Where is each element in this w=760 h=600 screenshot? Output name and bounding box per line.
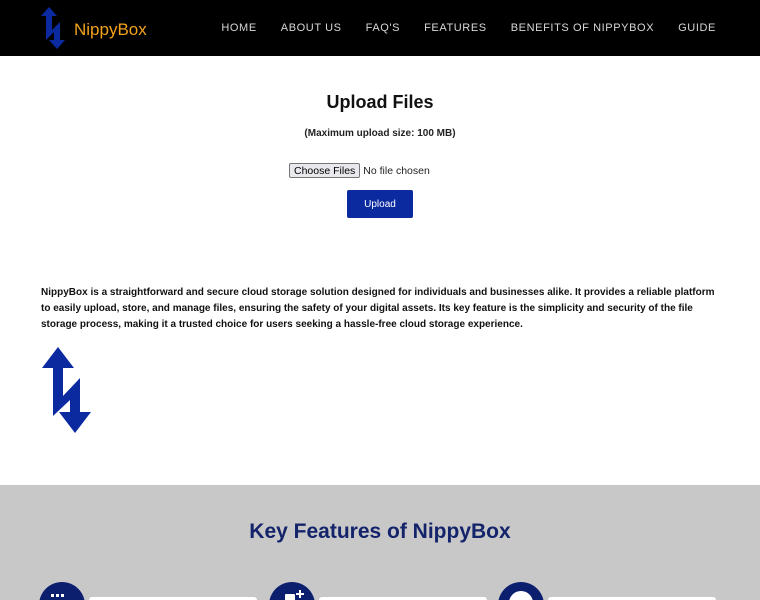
nav-features[interactable]: FEATURES — [424, 22, 487, 34]
nav-guide[interactable]: GUIDE — [678, 22, 716, 34]
feature-card-3-icon-circle — [498, 582, 544, 600]
nav-faqs[interactable]: FAQ'S — [366, 22, 400, 34]
nav-benefits[interactable]: BENEFITS OF NIPPYBOX — [511, 22, 654, 34]
file-input[interactable]: Choose Files No file chosen — [289, 163, 430, 178]
file-add-icon — [285, 590, 305, 600]
upload-size-note: (Maximum upload size: 100 MB) — [304, 128, 456, 139]
nippybox-logo-icon — [41, 7, 65, 50]
brand-name: NippyBox — [74, 19, 147, 39]
site-header: NippyBox HOME ABOUT US FAQ'S FEATURES BE… — [0, 0, 760, 56]
key-features-section: Key Features of NippyBox — [0, 485, 760, 600]
feature-card-1-icon-circle — [39, 582, 85, 600]
choose-files-button[interactable]: Choose Files — [289, 163, 361, 178]
calendar-icon — [51, 594, 73, 600]
upload-button[interactable]: Upload — [347, 190, 413, 218]
nav-home[interactable]: HOME — [221, 22, 256, 34]
file-status: No file chosen — [363, 164, 430, 177]
feature-card-2-icon-circle — [269, 582, 315, 600]
main-nav: HOME ABOUT US FAQ'S FEATURES BENEFITS OF… — [197, 0, 716, 56]
brand-logo[interactable]: NippyBox — [40, 6, 147, 50]
features-title: Key Features of NippyBox — [249, 520, 511, 543]
nav-about-us[interactable]: ABOUT US — [281, 22, 342, 34]
user-icon — [509, 591, 533, 600]
upload-title: Upload Files — [326, 92, 434, 112]
nippybox-large-logo-icon — [42, 347, 91, 433]
about-description: NippyBox is a straightforward and secure… — [41, 287, 715, 330]
